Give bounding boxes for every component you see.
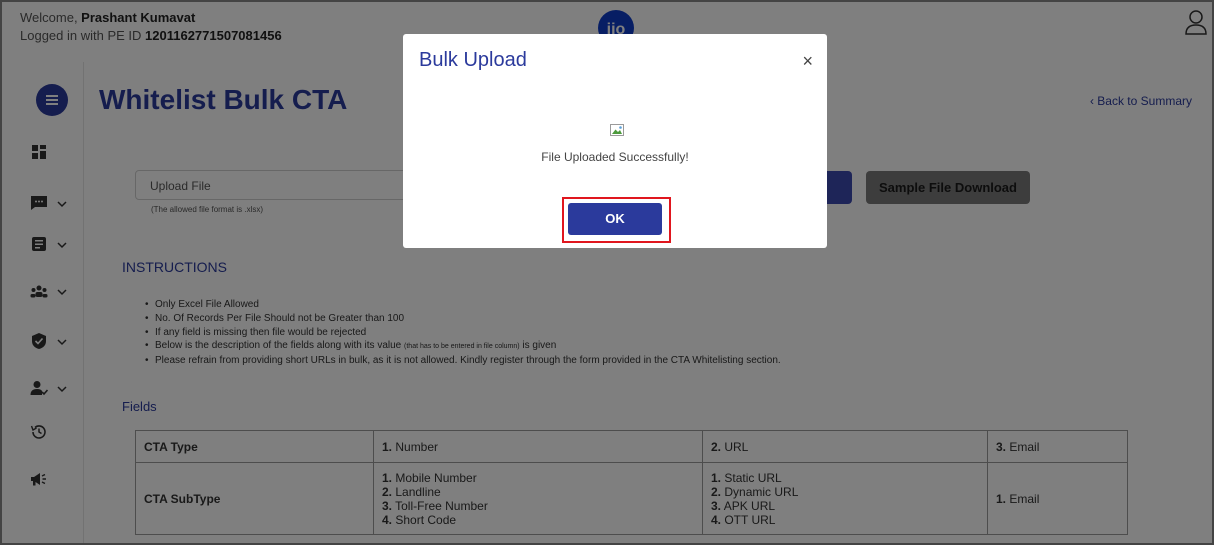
modal-title: Bulk Upload xyxy=(419,49,527,71)
close-icon[interactable]: × xyxy=(802,52,813,70)
ok-button[interactable]: OK xyxy=(568,203,662,235)
broken-image-icon xyxy=(610,123,624,136)
bulk-upload-modal: Bulk Upload × File Uploaded Successfully… xyxy=(403,34,827,248)
upload-success-message: File Uploaded Successfully! xyxy=(541,150,689,164)
